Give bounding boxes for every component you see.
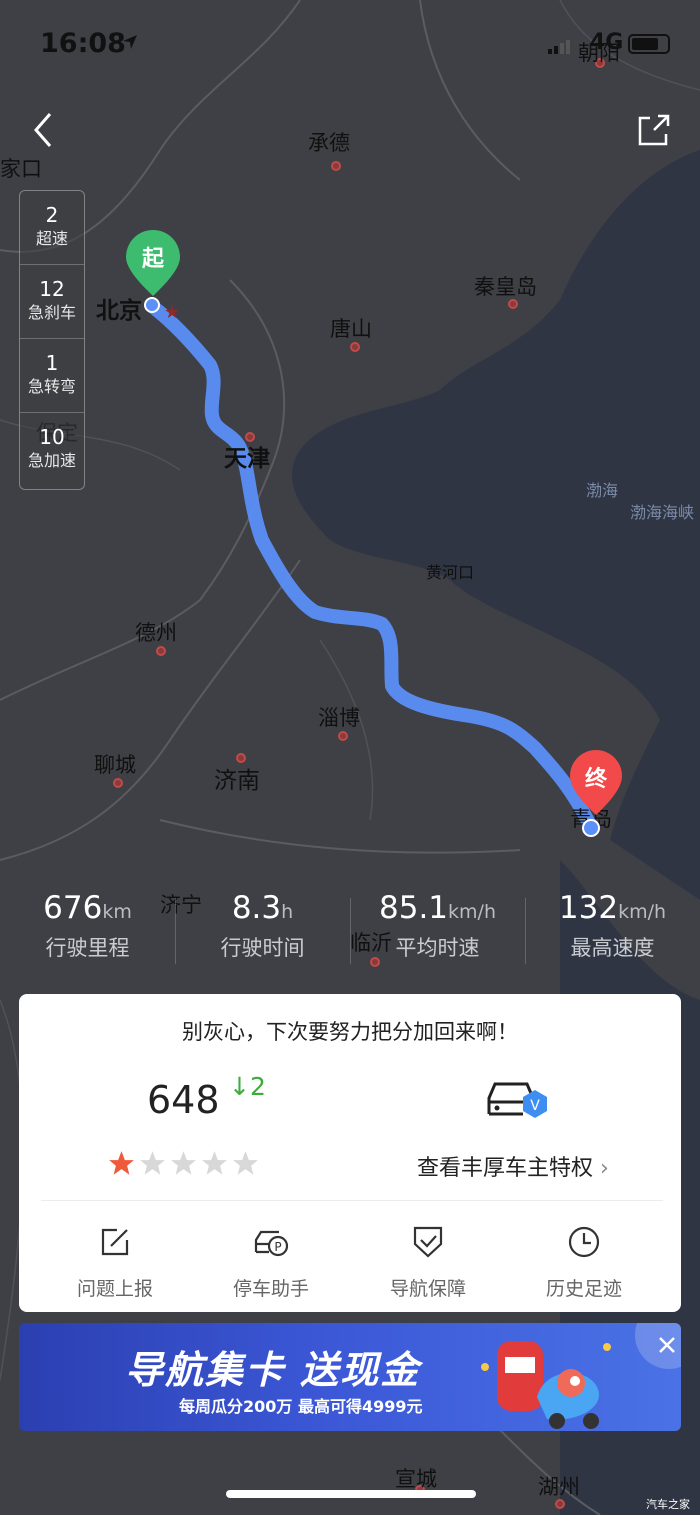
city-label: 家口 xyxy=(0,157,42,181)
stat-value: 8.3 xyxy=(231,890,282,926)
event-label: 急转弯 xyxy=(27,377,76,396)
stat-value: 676 xyxy=(43,890,103,926)
stat-distance: 676km 行驶里程 xyxy=(0,890,175,962)
vip-badge-text: V xyxy=(530,1098,540,1114)
watermark: 汽车之家 xyxy=(646,1498,690,1511)
promo-banner[interactable]: 导航集卡 送现金 每周瓜分200万 最高可得4999元 xyxy=(19,1323,681,1431)
action-label: 问题上报 xyxy=(76,1278,153,1300)
stat-label: 最高速度 xyxy=(570,936,655,960)
city-label: 湖州 xyxy=(538,1475,580,1499)
event-count: 12 xyxy=(39,277,65,301)
status-bar: 16:08 4G xyxy=(0,0,700,80)
stat-divider xyxy=(350,898,351,964)
event-hard-brake: 12 急刹车 xyxy=(20,265,84,339)
city-label: 德州 xyxy=(135,621,177,645)
chevron-right-icon: › xyxy=(600,1156,609,1181)
parking-car-icon: P xyxy=(254,1230,289,1257)
stat-value: 85.1 xyxy=(379,890,449,926)
report-issue-button[interactable]: 问题上报 xyxy=(45,1224,185,1301)
driving-score: 648 xyxy=(147,1078,220,1122)
stat-unit: h xyxy=(281,901,294,923)
city-label: 宣城 xyxy=(395,1467,437,1491)
sea-label: 渤海海峡 xyxy=(630,503,694,522)
clock-icon xyxy=(568,1226,600,1258)
city-label: 黄河口 xyxy=(426,563,474,582)
action-label: 停车助手 xyxy=(232,1278,309,1300)
svg-text:P: P xyxy=(274,1240,281,1254)
shield-check-icon xyxy=(413,1226,443,1258)
stat-unit: km/h xyxy=(448,901,496,923)
stat-avg-speed: 85.1km/h 平均时速 xyxy=(350,890,525,962)
location-arrow-icon xyxy=(123,35,137,49)
city-label: 北京 xyxy=(96,297,142,324)
arrow-down-icon: ↓ xyxy=(229,1072,250,1101)
event-count: 2 xyxy=(45,203,59,227)
sea-label: 渤海 xyxy=(586,481,618,500)
navigation-guarantee-button[interactable]: 导航保障 xyxy=(358,1224,498,1301)
svg-text:终: 终 xyxy=(585,766,608,792)
stat-divider xyxy=(175,898,176,964)
share-icon[interactable] xyxy=(632,108,676,152)
banner-subtitle: 每周瓜分200万 最高可得4999元 xyxy=(179,1397,423,1416)
status-time: 16:08 xyxy=(40,28,126,59)
stat-unit: km xyxy=(102,901,132,923)
driving-events-panel: 2 超速 12 急刹车 1 急转弯 10 急加速 xyxy=(19,190,85,490)
score-delta-value: 2 xyxy=(249,1072,266,1101)
star-icon xyxy=(109,1151,134,1175)
back-icon[interactable] xyxy=(24,108,64,152)
star-icon xyxy=(171,1151,196,1175)
svg-text:起: 起 xyxy=(141,247,165,272)
star-icon xyxy=(202,1151,227,1175)
event-hard-accel: 10 急加速 xyxy=(20,413,84,487)
stat-duration: 8.3h 行驶时间 xyxy=(175,890,350,962)
score-card: 别灰心，下次要努力把分加回来啊！ 648 ↓2 V 查看丰厚车主特权 › 问题上… xyxy=(19,994,681,1312)
city-label: 济南 xyxy=(214,768,260,794)
action-label: 导航保障 xyxy=(389,1278,466,1300)
city-label: 承德 xyxy=(308,131,350,155)
stat-label: 行驶时间 xyxy=(220,936,305,960)
owner-privilege-link[interactable]: 查看丰厚车主特权 › xyxy=(417,1150,609,1182)
battery-icon xyxy=(628,34,670,54)
close-icon[interactable] xyxy=(627,1323,681,1377)
event-label: 急加速 xyxy=(27,451,76,470)
stat-label: 平均时速 xyxy=(395,936,480,960)
rating-stars xyxy=(108,1150,263,1181)
privilege-link-text: 查看丰厚车主特权 xyxy=(417,1156,594,1181)
stat-unit: km/h xyxy=(618,901,667,923)
home-indicator[interactable] xyxy=(226,1490,476,1498)
city-label: 唐山 xyxy=(330,317,372,341)
event-label: 急刹车 xyxy=(27,303,76,322)
stat-label: 行驶里程 xyxy=(45,936,130,960)
parking-assistant-button[interactable]: P 停车助手 xyxy=(201,1224,341,1301)
city-label: 淄博 xyxy=(318,706,360,730)
network-type: 4G xyxy=(590,30,624,55)
score-delta: ↓2 xyxy=(229,1072,266,1101)
event-sharp-turn: 1 急转弯 xyxy=(20,339,84,413)
edit-icon xyxy=(101,1228,129,1256)
event-label: 超速 xyxy=(35,229,68,248)
event-count: 10 xyxy=(39,425,65,449)
action-label: 历史足迹 xyxy=(545,1278,622,1300)
banner-title: 导航集卡 送现金 xyxy=(125,1348,421,1392)
stat-divider xyxy=(525,898,526,964)
stat-value: 132 xyxy=(558,890,619,926)
mailbox-fish-illustration xyxy=(481,1341,611,1429)
stat-max-speed: 132km/h 最高速度 xyxy=(525,890,700,962)
signal-icon xyxy=(548,40,570,54)
city-label: 秦皇岛 xyxy=(474,275,537,299)
capital-star-icon: ★ xyxy=(164,302,180,323)
event-overspeed: 2 超速 xyxy=(20,191,84,265)
star-icon xyxy=(233,1151,258,1175)
event-count: 1 xyxy=(45,351,59,375)
encouragement-message: 别灰心，下次要努力把分加回来啊！ xyxy=(182,1020,518,1044)
star-icon xyxy=(140,1151,165,1175)
divider xyxy=(41,1200,663,1201)
history-trace-button[interactable]: 历史足迹 xyxy=(514,1224,654,1301)
car-vip-icon: V xyxy=(487,1082,547,1118)
city-label: 聊城 xyxy=(94,753,136,777)
city-label: 天津 xyxy=(224,445,270,472)
